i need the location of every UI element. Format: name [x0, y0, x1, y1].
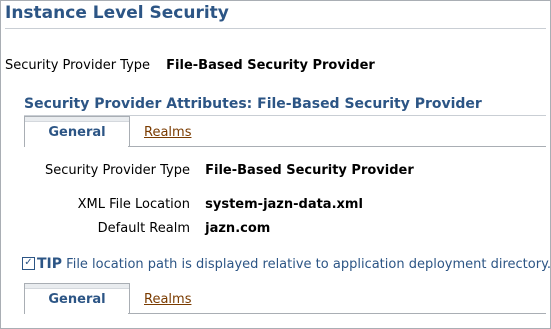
- tab-bar-baseline: [128, 313, 546, 314]
- field-label: Security Provider Type: [5, 58, 151, 73]
- tab-bar-top: General Realms: [24, 116, 546, 148]
- field-value: jazn.com: [205, 221, 271, 236]
- tab-label: Realms: [144, 292, 192, 307]
- tab-accent: [25, 116, 129, 122]
- tab-general[interactable]: General: [24, 116, 130, 147]
- field-row-default-realm: Default Realm jazn.com: [0, 221, 271, 236]
- field-value: system-jazn-data.xml: [205, 197, 363, 212]
- top-provider-type-row: Security Provider Type File-Based Securi…: [5, 58, 375, 73]
- tab-accent: [25, 283, 129, 289]
- tab-label: General: [48, 125, 106, 140]
- checkmark-icon: ✓: [22, 257, 35, 270]
- section-title: Security Provider Attributes: File-Based…: [24, 96, 482, 112]
- tab-bar-baseline: [128, 146, 546, 147]
- title-divider: [5, 28, 546, 29]
- field-label: XML File Location: [77, 197, 190, 212]
- tip-label: TIP: [37, 256, 63, 272]
- field-row-xml-location: XML File Location system-jazn-data.xml: [0, 197, 363, 212]
- tab-general[interactable]: General: [24, 283, 130, 314]
- tip-message: ✓ TIP File location path is displayed rel…: [22, 256, 551, 273]
- tip-text: File location path is displayed relative…: [66, 257, 551, 272]
- field-value: File-Based Security Provider: [166, 58, 375, 73]
- tab-label: General: [48, 292, 106, 307]
- tab-label: Realms: [144, 125, 192, 140]
- tab-realms[interactable]: Realms: [144, 283, 191, 314]
- page-title: Instance Level Security: [5, 3, 229, 23]
- field-label: Security Provider Type: [44, 163, 190, 178]
- field-row-provider-type: Security Provider Type File-Based Securi…: [0, 163, 414, 178]
- field-label: Default Realm: [97, 221, 190, 236]
- tab-bar-bottom: General Realms: [24, 283, 546, 315]
- field-value: File-Based Security Provider: [205, 163, 414, 178]
- tab-realms[interactable]: Realms: [144, 116, 191, 147]
